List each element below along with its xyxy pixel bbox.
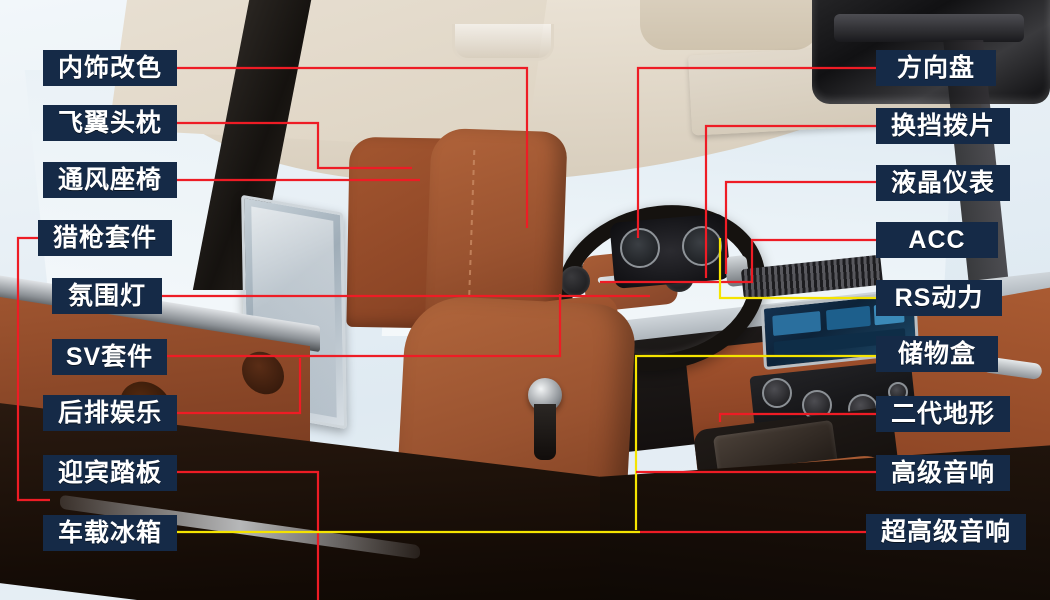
callout-label-text: 二代地形	[890, 399, 995, 428]
lead-interior-recolor	[177, 66, 529, 228]
callout-label-storage-box[interactable]: 储物盒	[876, 336, 998, 372]
callout-label-text: 氛围灯	[67, 281, 146, 310]
callout-label-steering-wheel[interactable]: 方向盘	[876, 50, 996, 86]
callout-label-interior-recolor[interactable]: 内饰改色	[43, 50, 177, 86]
callout-label-welcome-pedal[interactable]: 迎宾踏板	[43, 455, 177, 491]
callout-label-ultra-premium-audio[interactable]: 超高级音响	[866, 514, 1026, 550]
callout-label-ambient-light[interactable]: 氛围灯	[52, 278, 162, 314]
lead-shift-paddles	[704, 124, 876, 278]
lead-second-gen-terrain	[718, 412, 876, 422]
lead-steering-wheel	[636, 66, 876, 238]
callout-label-text: 储物盒	[897, 339, 976, 368]
annotation-layer: 内饰改色飞翼头枕通风座椅猎枪套件氛围灯 SV套件后排娱乐迎宾踏板车载冰箱 方向盘换挡…	[0, 0, 1050, 600]
callout-label-text: 通风座椅	[57, 165, 162, 194]
callout-label-rs-power[interactable]: RS动力	[876, 280, 1002, 316]
lead-storage-box	[634, 354, 876, 530]
callout-label-ventilated-seats[interactable]: 通风座椅	[43, 162, 177, 198]
callout-label-text: 液晶仪表	[890, 168, 995, 197]
lead-lcd-cluster	[724, 180, 876, 274]
callout-label-text: 高级音响	[890, 458, 995, 487]
callout-label-second-gen-terrain[interactable]: 二代地形	[876, 396, 1010, 432]
callout-label-text: 后排娱乐	[57, 398, 162, 427]
callout-label-text: 车载冰箱	[57, 518, 162, 547]
callout-label-text: 换挡拨片	[890, 111, 995, 140]
callout-label-text: 超高级音响	[880, 517, 1011, 546]
callout-label-text: RS动力	[894, 283, 984, 312]
callout-label-shotgun-kit[interactable]: 猎枪套件	[38, 220, 172, 256]
lead-acc	[600, 238, 876, 284]
lead-rs-power	[718, 238, 876, 300]
callout-label-sv-kit[interactable]: SV套件	[52, 339, 167, 375]
annotated-car-interior-screenshot: 内饰改色飞翼头枕通风座椅猎枪套件氛围灯 SV套件后排娱乐迎宾踏板车载冰箱 方向盘换挡…	[0, 0, 1050, 600]
callout-label-text: 方向盘	[896, 53, 975, 82]
callout-label-text: 内饰改色	[57, 53, 162, 82]
callout-label-text: 飞翼头枕	[57, 108, 162, 137]
lead-rear-entertainment	[177, 358, 302, 415]
callout-label-text: ACC	[908, 225, 966, 254]
callout-label-rear-entertainment[interactable]: 后排娱乐	[43, 395, 177, 431]
callout-label-shift-paddles[interactable]: 换挡拨片	[876, 108, 1010, 144]
callout-label-lcd-cluster[interactable]: 液晶仪表	[876, 165, 1010, 201]
lead-wing-headrest	[177, 121, 412, 170]
lead-sv-kit	[167, 294, 562, 358]
lead-welcome-pedal	[177, 470, 320, 600]
callout-label-text: 迎宾踏板	[57, 458, 162, 487]
callout-label-text: SV套件	[65, 342, 154, 371]
callout-label-wing-headrest[interactable]: 飞翼头枕	[43, 105, 177, 141]
callout-label-car-fridge[interactable]: 车载冰箱	[43, 515, 177, 551]
callout-label-text: 猎枪套件	[52, 223, 157, 252]
callout-label-acc[interactable]: ACC	[876, 222, 998, 258]
callout-label-premium-audio[interactable]: 高级音响	[876, 455, 1010, 491]
